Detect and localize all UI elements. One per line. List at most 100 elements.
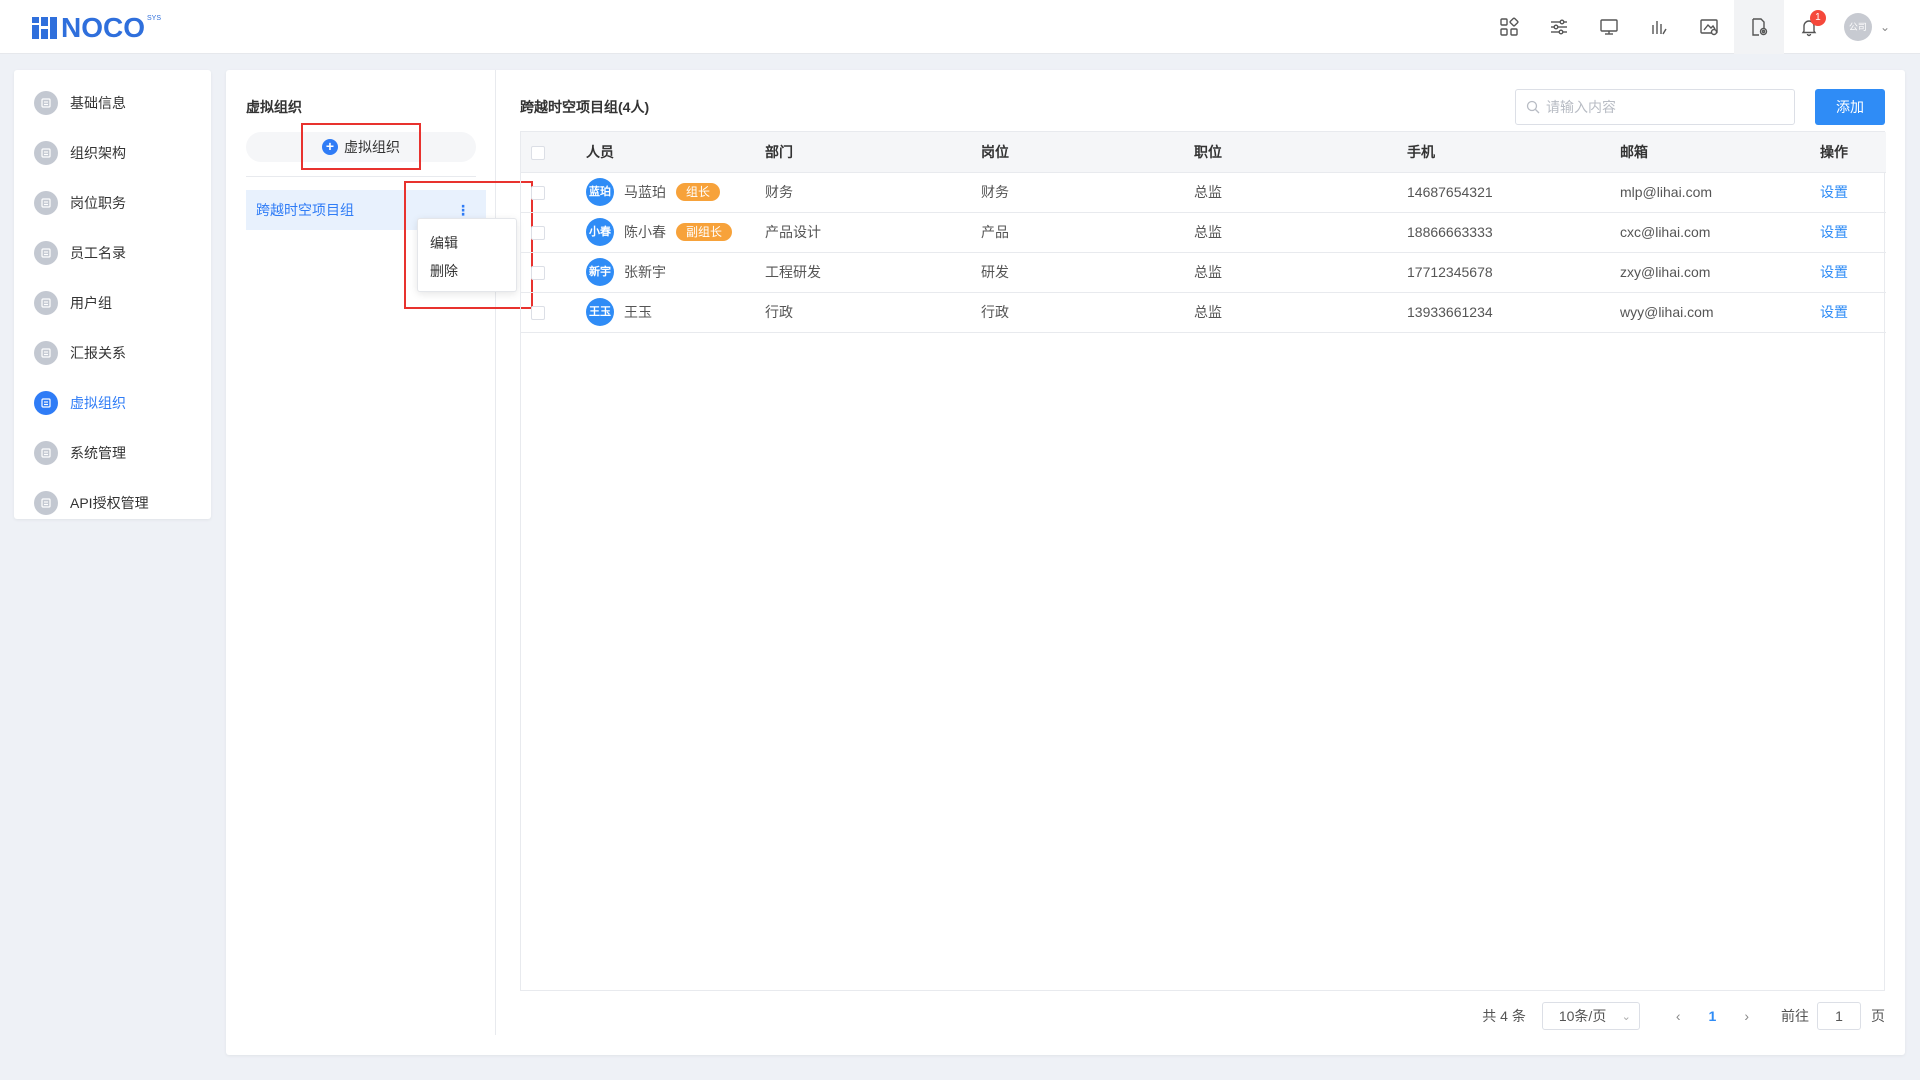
apps-icon[interactable] [1484, 0, 1534, 54]
image-check-icon[interactable] [1684, 0, 1734, 54]
phone-cell: 14687654321 [1407, 172, 1620, 213]
settings-link[interactable]: 设置 [1820, 304, 1848, 320]
highlight-box-menu [404, 181, 533, 309]
column-header-phone: 手机 [1407, 132, 1620, 173]
goto-label: 前往 [1781, 1008, 1809, 1024]
link-icon [34, 491, 58, 515]
person-name: 张新宇 [624, 264, 666, 280]
next-page-icon[interactable]: › [1744, 1008, 1749, 1024]
members-table: 人员 部门 岗位 职位 手机 邮箱 操作 蓝珀 马蓝珀 组长 财务 财务 总监 146876… [520, 131, 1886, 991]
row-checkbox[interactable] [531, 266, 545, 281]
settings-link[interactable]: 设置 [1820, 224, 1848, 240]
role-tag: 组长 [676, 183, 721, 201]
email-cell: cxc@lihai.com [1620, 212, 1820, 253]
content-title: 跨越时空项目组(4人) [520, 99, 650, 115]
top-header: NOCO SYS 1 公司 ⌄ [0, 0, 1920, 54]
page-number-current[interactable]: 1 [1709, 1008, 1717, 1024]
id-card-icon [34, 191, 58, 215]
document-icon [34, 91, 58, 115]
column-header-action: 操作 [1820, 132, 1886, 173]
row-checkbox[interactable] [531, 226, 545, 241]
sidebar-item-label: 基础信息 [70, 95, 126, 111]
chart-icon[interactable] [1634, 0, 1684, 54]
dept-cell: 产品设计 [765, 212, 981, 253]
post-cell: 产品 [981, 212, 1194, 253]
role-tag: 副组长 [676, 223, 733, 241]
add-button[interactable]: 添加 [1815, 89, 1885, 125]
column-header-post: 岗位 [981, 132, 1194, 173]
main-panel: 虚拟组织 + 虚拟组织 跨越时空项目组 ⋮ 编辑 删除 跨越时空项目组(4人) … [226, 70, 1905, 1055]
sidebar-item-2[interactable]: 岗位职务 [14, 178, 211, 228]
sliders-icon[interactable] [1534, 0, 1584, 54]
chevron-down-icon: ⌄ [1621, 1010, 1631, 1023]
layers-icon [34, 391, 58, 415]
column-header-person: 人员 [586, 132, 765, 173]
select-all-checkbox[interactable] [531, 145, 545, 160]
contacts-icon [34, 241, 58, 265]
group-panel: 虚拟组织 + 虚拟组织 跨越时空项目组 ⋮ 编辑 删除 [226, 70, 533, 1035]
row-checkbox[interactable] [531, 186, 545, 201]
avatar: 公司 [1843, 13, 1872, 41]
search-input[interactable] [1546, 99, 1786, 115]
sidebar-item-7[interactable]: 系统管理 [14, 428, 211, 478]
row-checkbox[interactable] [531, 306, 545, 321]
sidebar-item-label: 组织架构 [70, 145, 126, 161]
sidebar-item-0[interactable]: 基础信息 [14, 78, 211, 128]
dept-cell: 行政 [765, 292, 981, 333]
person-cell: 王玉 王玉 [586, 298, 765, 326]
sidebar-item-label: 岗位职务 [70, 195, 126, 211]
search-icon [1526, 100, 1540, 114]
dept-cell: 财务 [765, 172, 981, 213]
table-row: 新宇 张新宇 工程研发 研发 总监 17712345678 zxy@lihai.com 设置 [521, 252, 1886, 293]
post-cell: 行政 [981, 292, 1194, 333]
sidebar-item-label: API授权管理 [70, 495, 149, 511]
position-cell: 总监 [1194, 292, 1407, 333]
sidebar-item-1[interactable]: 组织架构 [14, 128, 211, 178]
person-name: 王玉 [624, 304, 652, 320]
avatar: 小春 [586, 218, 614, 246]
user-menu[interactable]: 公司 ⌄ [1843, 13, 1890, 41]
settings-link[interactable]: 设置 [1820, 264, 1848, 280]
sidebar: 基础信息组织架构岗位职务员工名录用户组汇报关系虚拟组织系统管理 API授权管理 [14, 70, 211, 519]
column-header-email: 邮箱 [1620, 132, 1820, 173]
dept-cell: 工程研发 [765, 252, 981, 293]
pagination-total: 共 4 条 [1482, 1008, 1526, 1024]
sidebar-item-6[interactable]: 虚拟组织 [14, 378, 211, 428]
position-cell: 总监 [1194, 212, 1407, 253]
email-cell: wyy@lihai.com [1620, 292, 1820, 333]
table-row: 小春 陈小春 副组长 产品设计 产品 总监 18866663333 cxc@lihai.com… [521, 212, 1886, 253]
bell-icon[interactable]: 1 [1784, 0, 1834, 54]
column-header-dept: 部门 [765, 132, 981, 173]
post-cell: 研发 [981, 252, 1194, 293]
email-cell: zxy@lihai.com [1620, 252, 1820, 293]
page-size-value: 10条/页 [1558, 1008, 1607, 1024]
sidebar-item-label: 系统管理 [70, 445, 126, 461]
search-box [1515, 89, 1795, 125]
settings-link[interactable]: 设置 [1820, 184, 1848, 200]
logo[interactable]: NOCO SYS [32, 13, 161, 43]
sidebar-item-3[interactable]: 员工名录 [14, 228, 211, 278]
page-goto: 前往 1 页 [1781, 1002, 1885, 1030]
group-item-label: 跨越时空项目组 [256, 202, 354, 218]
report-icon [34, 341, 58, 365]
monitor-icon[interactable] [1584, 0, 1634, 54]
sidebar-item-label: 用户组 [70, 295, 112, 311]
phone-cell: 17712345678 [1407, 252, 1620, 293]
person-cell: 新宇 张新宇 [586, 258, 765, 286]
person-name: 陈小春 [624, 224, 666, 240]
notification-badge: 1 [1809, 10, 1826, 26]
prev-page-icon[interactable]: ‹ [1676, 1008, 1681, 1024]
page-size-select[interactable]: 10条/页 ⌄ [1541, 1002, 1640, 1030]
sidebar-item-label: 汇报关系 [70, 345, 126, 361]
sidebar-item-4[interactable]: 用户组 [14, 278, 211, 328]
logo-text: NOCO [61, 12, 145, 43]
file-settings-icon[interactable] [1733, 0, 1784, 54]
column-header-position: 职位 [1194, 132, 1407, 173]
sidebar-item-5[interactable]: 汇报关系 [14, 328, 211, 378]
sidebar-item-8[interactable]: API授权管理 [14, 478, 211, 528]
avatar: 蓝珀 [586, 178, 614, 206]
goto-input[interactable]: 1 [1817, 1002, 1861, 1030]
group-panel-title: 虚拟组织 [246, 99, 302, 115]
org-chart-icon [34, 141, 58, 165]
pagination: 共 4 条 10条/页 ⌄ ‹ 1 › 前往 1 页 [226, 1002, 1885, 1030]
